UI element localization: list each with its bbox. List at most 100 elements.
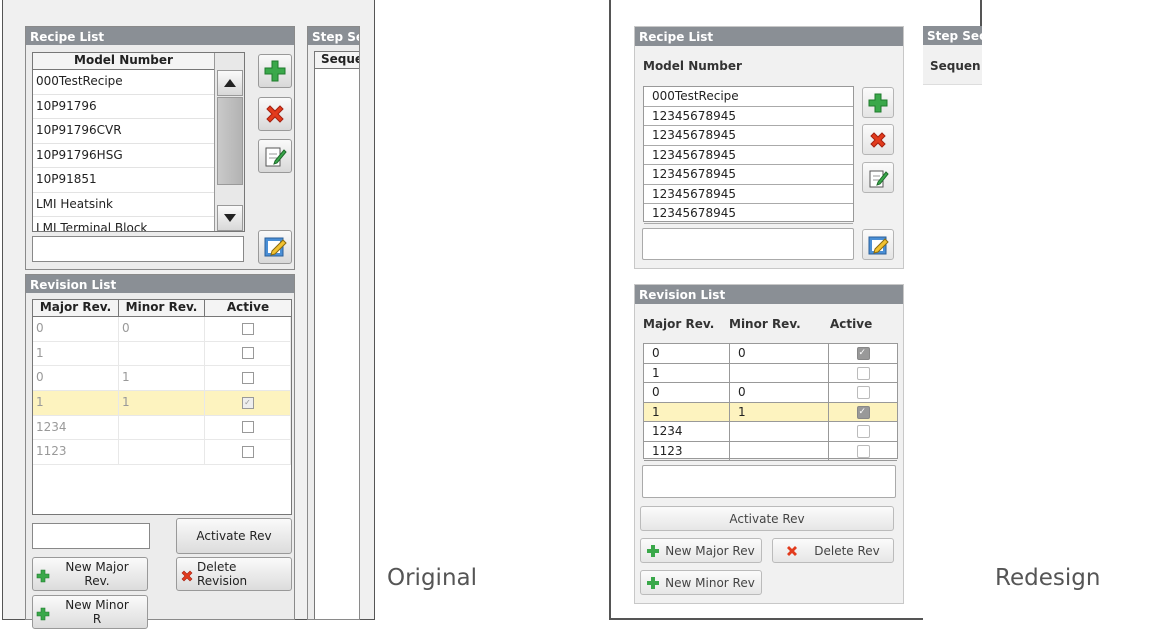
minor-rev-cell	[119, 440, 205, 466]
recipe-list-panel: Recipe List Model Number 000TestRecipe 10…	[25, 26, 295, 270]
active-cell: ✓	[205, 391, 291, 416]
minor-rev-header[interactable]: Minor Rev.	[729, 317, 801, 331]
active-checkbox[interactable]	[856, 403, 870, 422]
table-row[interactable]: 1123	[644, 441, 897, 461]
major-rev-cell: 1	[644, 402, 730, 422]
recipe-name-input[interactable]	[642, 228, 854, 260]
active-checkbox[interactable]	[241, 421, 254, 434]
major-rev-cell: 1234	[644, 422, 730, 442]
active-checkbox[interactable]	[241, 347, 254, 360]
sequence-header[interactable]: Sequen	[930, 59, 981, 73]
active-header[interactable]: Active	[205, 300, 291, 316]
rename-recipe-button[interactable]	[862, 229, 894, 260]
list-item[interactable]: 12345678945	[644, 126, 853, 146]
minor-rev-cell	[119, 415, 205, 441]
scroll-up-button[interactable]	[217, 70, 243, 96]
list-item[interactable]: 000TestRecipe	[33, 70, 214, 95]
active-checkbox[interactable]	[856, 425, 870, 438]
table-row[interactable]: 00	[644, 383, 897, 403]
redesign-window: Recipe List Model Number 000TestRecipe 12…	[609, 0, 982, 620]
list-item[interactable]: 12345678945	[644, 204, 853, 224]
add-recipe-button[interactable]	[862, 87, 894, 118]
list-item[interactable]: 000TestRecipe	[644, 87, 853, 107]
table-row[interactable]: 01	[33, 366, 291, 392]
recipe-name-input[interactable]	[32, 236, 244, 262]
major-rev-header[interactable]: Major Rev.	[33, 300, 119, 316]
active-checkbox[interactable]	[241, 322, 254, 335]
sequence-header[interactable]: Seque	[315, 52, 359, 69]
active-cell	[829, 403, 897, 422]
list-item[interactable]: 10P91796CVR	[33, 119, 214, 144]
new-minor-label-2: R	[92, 612, 102, 626]
list-item[interactable]: 12345678945	[644, 107, 853, 126]
scroll-thumb[interactable]	[217, 97, 243, 185]
major-rev-cell: 0	[644, 383, 730, 403]
table-row[interactable]: 1	[644, 363, 897, 383]
activate-rev-button[interactable]: Activate Rev	[640, 506, 894, 531]
minor-rev-cell: 0	[730, 344, 829, 364]
major-rev-cell: 0	[33, 317, 119, 342]
plus-icon	[647, 544, 660, 557]
rename-recipe-button[interactable]	[258, 230, 292, 264]
table-row[interactable]: 1234	[644, 422, 897, 442]
notepad-edit-icon	[869, 170, 889, 187]
minor-rev-header[interactable]: Minor Rev.	[119, 300, 205, 316]
active-cell	[205, 440, 291, 466]
list-item[interactable]: 10P91796	[33, 95, 214, 119]
active-checkbox[interactable]	[241, 445, 254, 458]
new-major-rev-label: New Major Rev	[665, 543, 755, 558]
table-row[interactable]: 00	[644, 344, 897, 364]
active-checkbox[interactable]	[856, 344, 870, 363]
list-item[interactable]: 12345678945	[644, 146, 853, 165]
new-major-rev-button[interactable]: New Major Rev	[640, 538, 762, 563]
plus-icon	[264, 60, 286, 82]
active-checkbox[interactable]	[241, 371, 254, 384]
revision-input[interactable]	[32, 523, 150, 549]
major-rev-cell: 1234	[33, 415, 119, 441]
active-cell	[205, 341, 291, 367]
active-checkbox[interactable]	[856, 444, 870, 458]
minor-rev-cell: 1	[119, 391, 205, 416]
pencil-edit-icon	[264, 237, 287, 257]
table-row[interactable]: 1 1 ✓	[33, 391, 291, 416]
scroll-down-button[interactable]	[217, 205, 243, 231]
list-item[interactable]: 12345678945	[644, 185, 853, 204]
major-rev-header[interactable]: Major Rev.	[643, 317, 714, 331]
recipe-scrollbar[interactable]	[214, 53, 244, 231]
list-item[interactable]: 12345678945	[644, 165, 853, 185]
active-checkbox[interactable]: ✓	[241, 396, 254, 409]
list-item[interactable]: 10P91796HSG	[33, 144, 214, 168]
activate-rev-button[interactable]: Activate Rev	[176, 518, 292, 554]
delete-rev-button[interactable]: Delete Rev	[772, 538, 894, 563]
table-row[interactable]: 1234	[33, 415, 291, 441]
table-row[interactable]: 00	[33, 317, 291, 342]
delete-recipe-button[interactable]	[258, 97, 292, 131]
edit-recipe-button[interactable]	[258, 139, 292, 173]
active-checkbox[interactable]	[856, 366, 870, 380]
table-row[interactable]: 11	[644, 402, 897, 422]
new-major-rev-button[interactable]: New Major Rev.	[32, 557, 148, 591]
new-minor-rev-button[interactable]: New Minor R	[32, 595, 148, 629]
list-item[interactable]: LMI Terminal Block	[33, 217, 214, 231]
list-item[interactable]: LMI Heatsink	[33, 193, 214, 217]
add-recipe-button[interactable]	[258, 54, 292, 88]
edit-recipe-button[interactable]	[862, 162, 894, 193]
major-rev-cell: 1123	[644, 441, 730, 461]
revision-input[interactable]	[642, 465, 896, 498]
recipe-rows: 000TestRecipe 10P91796 10P91796CVR 10P91796…	[33, 70, 214, 231]
active-header[interactable]: Active	[830, 317, 872, 331]
step-header-area: Sequen	[923, 45, 982, 85]
delete-revision-button[interactable]: Delete Revision	[176, 557, 292, 591]
revision-rows: 0 0 1 0 1 1 1 ✓ 1234 1123	[33, 317, 291, 466]
active-checkbox[interactable]	[856, 386, 870, 399]
plus-icon	[36, 607, 50, 621]
delete-recipe-button[interactable]	[862, 124, 894, 155]
table-row[interactable]: 1	[33, 341, 291, 367]
list-item[interactable]: 10P91851	[33, 168, 214, 193]
table-row[interactable]: 1123	[33, 440, 291, 466]
model-number-header[interactable]: Model Number	[33, 53, 215, 70]
plus-icon	[36, 569, 50, 583]
step-sequence-panel: Step Sec Sequen	[923, 26, 982, 620]
chevron-up-icon	[224, 79, 236, 87]
new-minor-rev-button[interactable]: New Minor Rev	[640, 570, 762, 595]
